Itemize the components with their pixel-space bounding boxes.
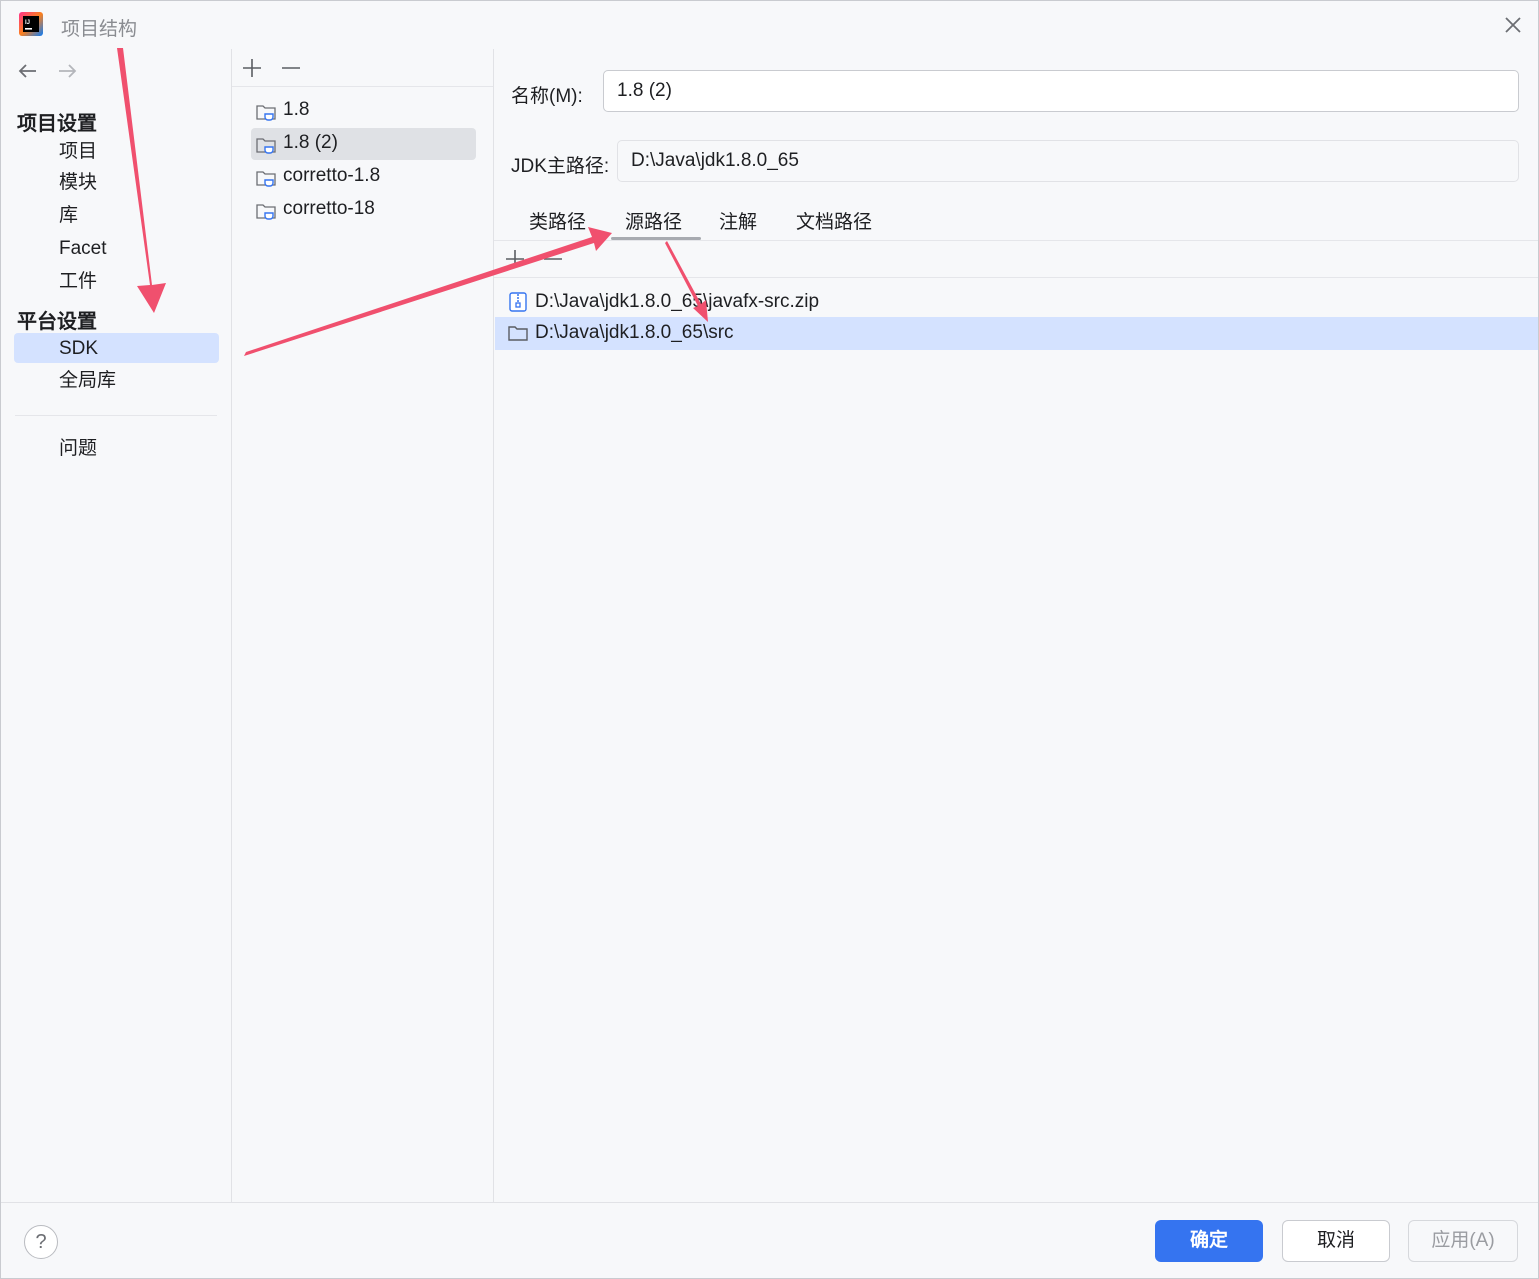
- add-path-icon[interactable]: [504, 248, 526, 270]
- add-sdk-icon[interactable]: [241, 57, 263, 79]
- tab-annotations[interactable]: 注解: [719, 207, 757, 234]
- nav-item-facets[interactable]: Facet: [59, 234, 107, 264]
- path-label: D:\Java\jdk1.8.0_65\javafx-src.zip: [535, 291, 820, 312]
- sdk-label: corretto-1.8: [283, 165, 381, 186]
- platform-settings-heading: 平台设置: [17, 311, 97, 333]
- cancel-button[interactable]: 取消: [1282, 1220, 1390, 1262]
- remove-path-icon[interactable]: [542, 248, 564, 270]
- panel-splitter[interactable]: [493, 49, 494, 1202]
- window-title: 项目结构: [61, 19, 138, 40]
- jdk-folder-icon: [256, 171, 276, 187]
- jdk-home-field-value: D:\Java\jdk1.8.0_65: [631, 150, 799, 171]
- folder-icon: [508, 326, 528, 341]
- panel-splitter[interactable]: [231, 49, 232, 1202]
- jdk-folder-icon: [256, 138, 276, 154]
- nav-item-modules[interactable]: 模块: [59, 168, 97, 198]
- tab-documentation-paths[interactable]: 文档路径: [796, 207, 872, 234]
- sdk-label: 1.8 (2): [283, 132, 338, 153]
- intellij-logo-icon: IJ: [19, 12, 43, 36]
- project-settings-heading: 项目设置: [17, 113, 97, 135]
- ok-button[interactable]: 确定: [1155, 1220, 1263, 1262]
- nav-item-sdk[interactable]: SDK: [59, 334, 98, 364]
- sdk-item[interactable]: corretto-1.8: [251, 161, 476, 193]
- nav-divider: [15, 415, 217, 416]
- forward-arrow-icon[interactable]: [53, 57, 81, 85]
- jdk-folder-icon: [256, 204, 276, 220]
- nav-selection-highlight: [14, 333, 219, 363]
- name-label: 名称(M):: [511, 86, 583, 107]
- apply-button[interactable]: 应用(A): [1408, 1220, 1518, 1262]
- nav-item-global-libraries[interactable]: 全局库: [59, 366, 116, 396]
- tab-classpath[interactable]: 类路径: [529, 207, 586, 234]
- sdk-item[interactable]: 1.8: [251, 95, 476, 127]
- help-icon[interactable]: ?: [24, 1225, 58, 1259]
- nav-item-project[interactable]: 项目: [59, 137, 97, 167]
- settings-nav: 项目设置 项目 模块 库 Facet 工件 平台设置 SDK 全局库 问题: [1, 49, 231, 1202]
- jdk-folder-icon: [256, 105, 276, 121]
- sdk-label: corretto-18: [283, 198, 375, 219]
- sdk-list-toolbar: [232, 49, 493, 87]
- jdk-home-field[interactable]: D:\Java\jdk1.8.0_65: [617, 140, 1519, 182]
- nav-item-libraries[interactable]: 库: [59, 201, 78, 231]
- close-icon[interactable]: [1499, 11, 1527, 39]
- path-label: D:\Java\jdk1.8.0_65\src: [535, 322, 734, 343]
- sdk-label: 1.8: [283, 99, 310, 120]
- sdk-item[interactable]: 1.8 (2): [251, 128, 476, 160]
- sdk-item[interactable]: corretto-18: [251, 194, 476, 226]
- nav-item-artifacts[interactable]: 工件: [59, 267, 97, 297]
- title-bar: IJ 项目结构: [1, 1, 1538, 49]
- nav-item-problems[interactable]: 问题: [59, 434, 97, 464]
- project-structure-dialog: IJ 项目结构 项目设置 项目 模块 库 Facet 工件 平台设置 SDK 全…: [0, 0, 1539, 1279]
- path-toolbar-divider: [494, 277, 1538, 278]
- tab-sourcepath[interactable]: 源路径: [625, 207, 682, 234]
- tabs-divider: [494, 240, 1538, 241]
- zip-archive-icon: [509, 292, 527, 312]
- remove-sdk-icon[interactable]: [280, 57, 302, 79]
- footer-divider: [1, 1202, 1538, 1203]
- name-field-value: 1.8 (2): [617, 80, 672, 101]
- path-row[interactable]: D:\Java\jdk1.8.0_65\javafx-src.zip: [495, 286, 1538, 319]
- svg-text:IJ: IJ: [25, 20, 30, 26]
- back-arrow-icon[interactable]: [14, 57, 42, 85]
- jdk-home-label: JDK主路径:: [511, 156, 610, 177]
- name-field[interactable]: 1.8 (2): [603, 70, 1519, 112]
- path-row[interactable]: D:\Java\jdk1.8.0_65\src: [495, 317, 1538, 350]
